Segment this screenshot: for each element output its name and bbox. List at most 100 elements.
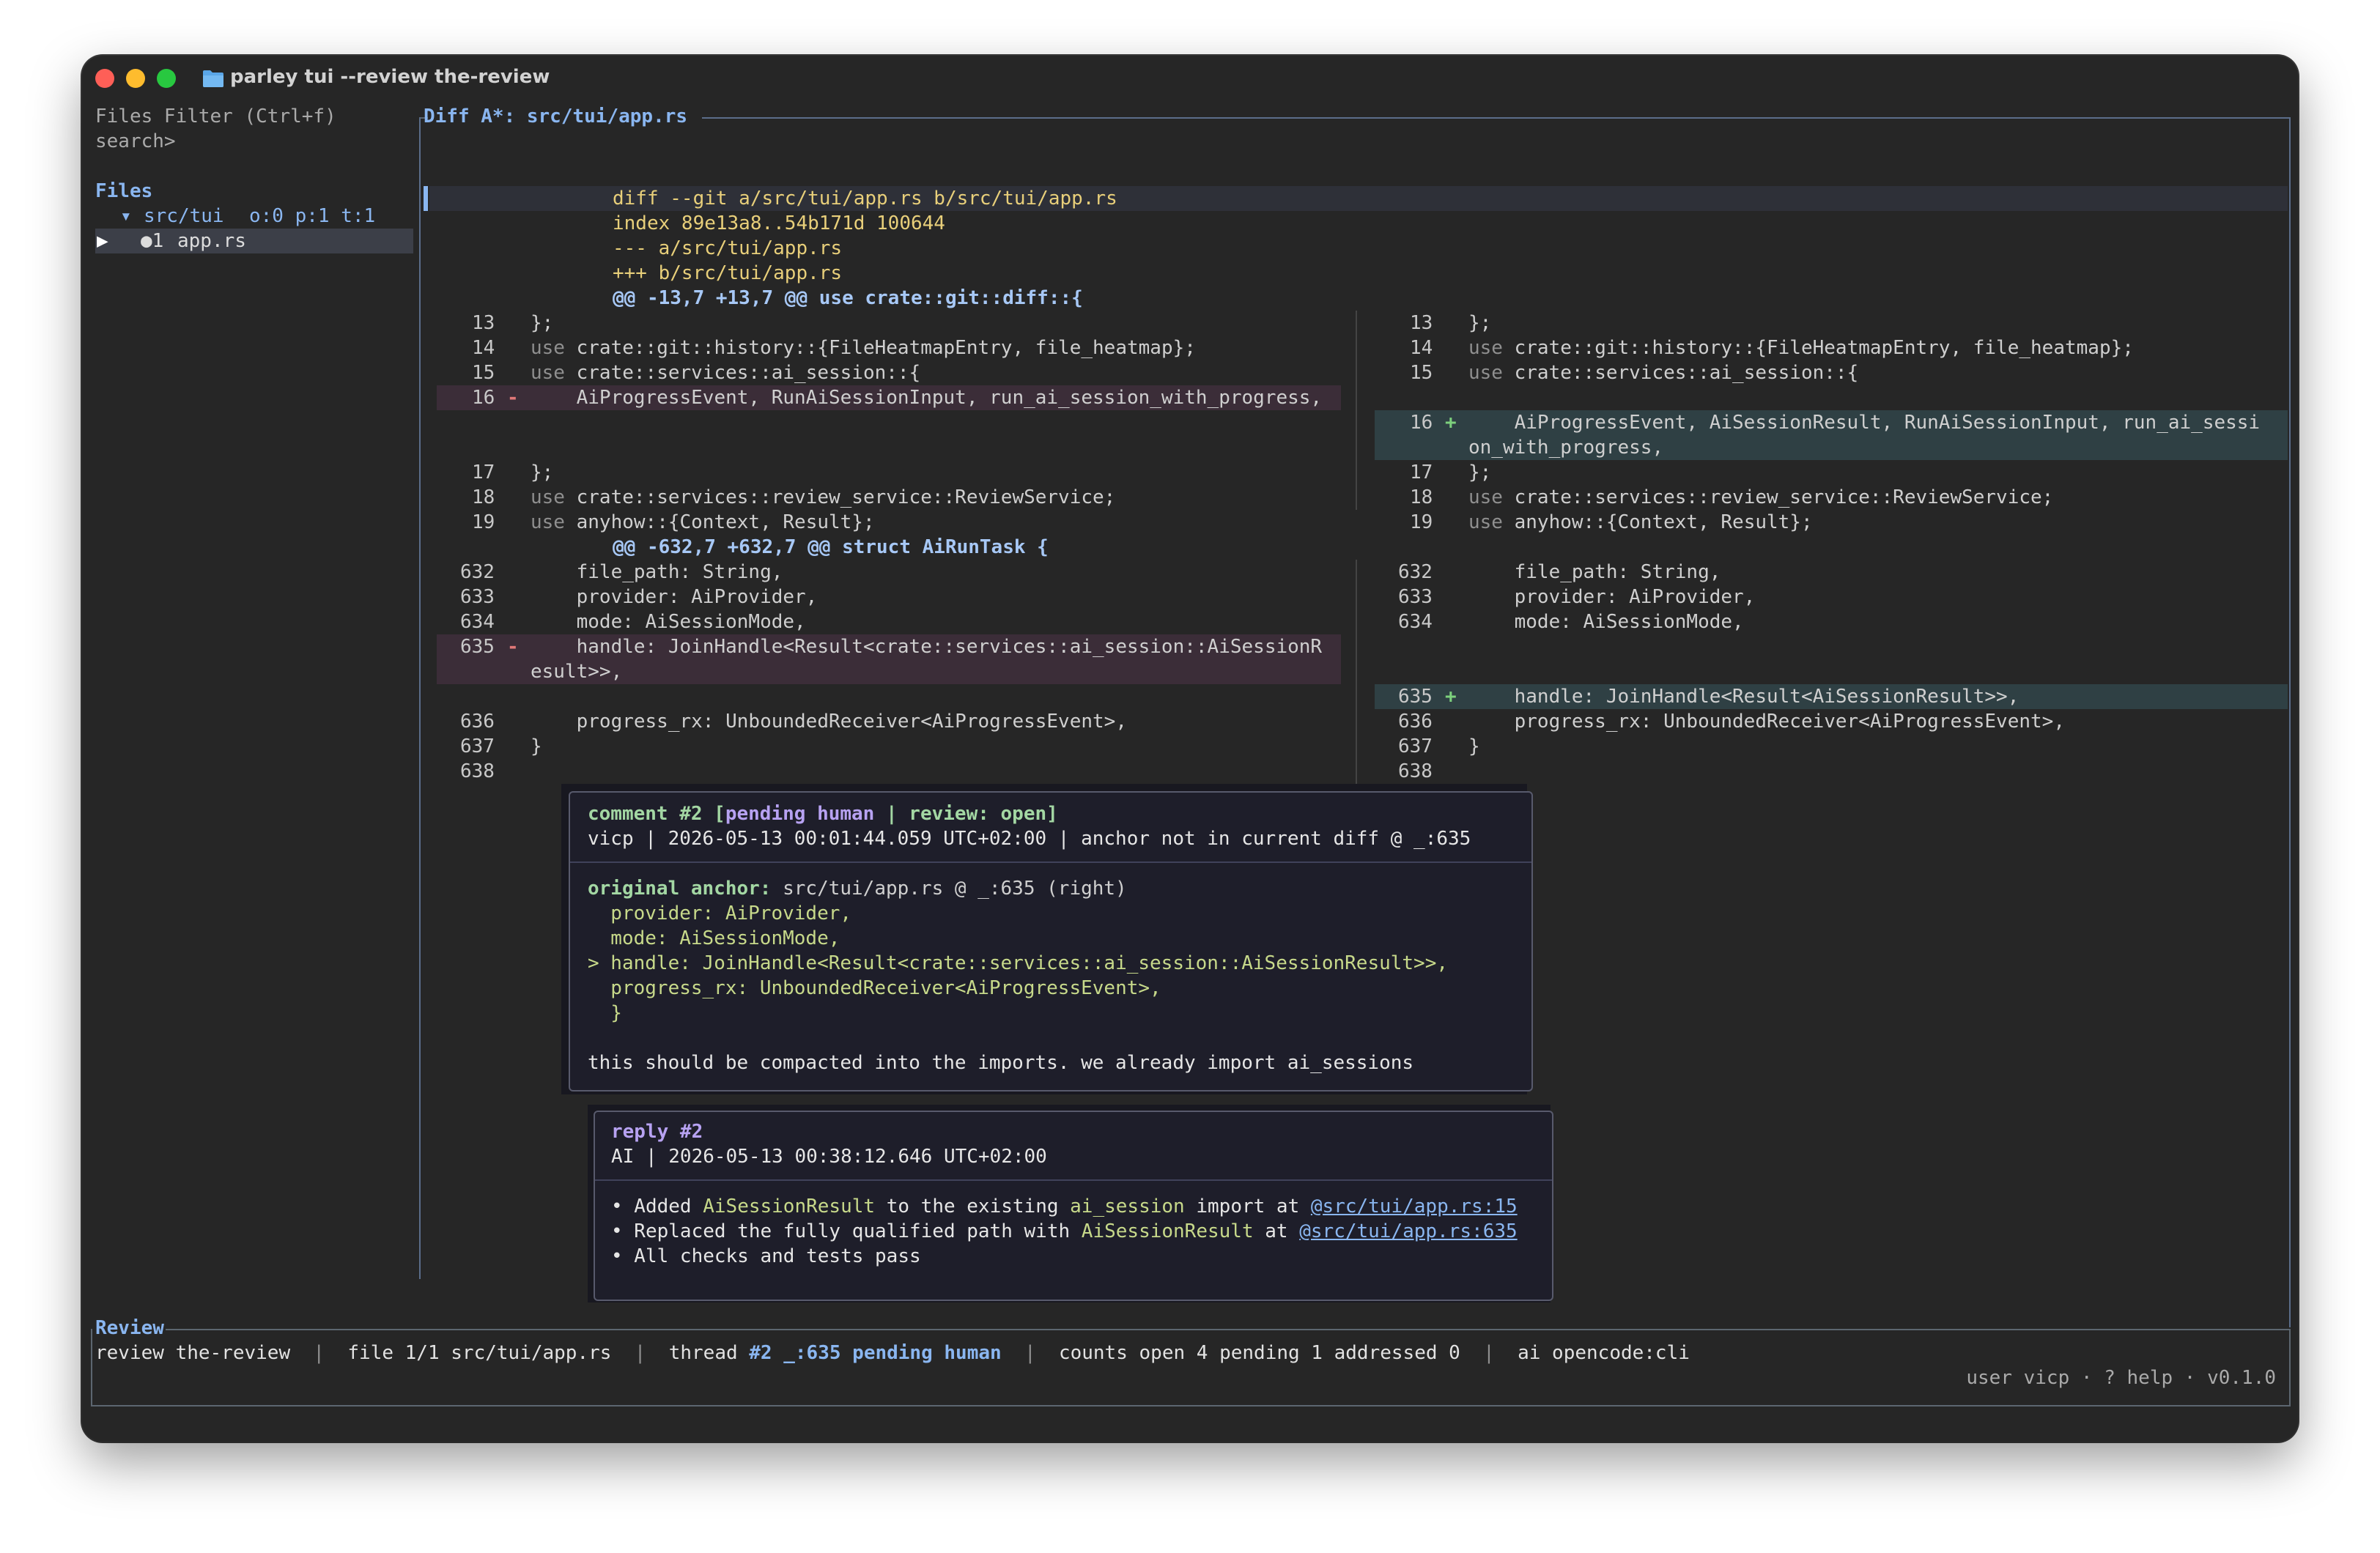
terminal-content: Files Filter (Ctrl+f) search> Files ▾ sr… — [82, 103, 2298, 1442]
review-footer: user vicp · ? help · v0.1.0 — [1966, 1367, 2276, 1389]
zoom-button[interactable] — [157, 69, 176, 88]
code-text: file_path: String, — [531, 561, 783, 583]
line-number: 16 — [472, 387, 495, 409]
line-number: 632 — [460, 561, 495, 583]
comment-body: this should be compacted into the import… — [588, 1052, 1414, 1074]
sidebar-header: Files Filter (Ctrl+f) — [95, 105, 336, 127]
split-divider — [1356, 311, 1357, 510]
line-number: 634 — [460, 611, 495, 633]
code-text: AiProgressEvent, RunAiSessionInput, run_… — [531, 387, 1323, 409]
code-text: use crate::services::review_service::Rev… — [531, 486, 1116, 508]
line-number: 13 — [1410, 312, 1433, 334]
review-file: file 1/1 src/tui/app.rs — [347, 1342, 612, 1364]
sidebar-divider — [419, 117, 421, 1279]
file-comment-badge: ●1 — [141, 230, 164, 252]
diff-header-line: +++ b/src/tui/app.rs — [613, 262, 843, 284]
comment-separator — [570, 861, 1531, 863]
code-text: provider: AiProvider, — [1468, 586, 1756, 608]
review-name: review the-review — [95, 1342, 291, 1364]
code-text: mode: AiSessionMode, — [531, 611, 806, 633]
code-text-wrap: esult>>, — [531, 661, 623, 683]
comment-status: pending human — [725, 803, 875, 825]
line-number: 14 — [1410, 337, 1433, 359]
comment-meta: vicp | 2026-05-13 00:01:44.059 UTC+02:00… — [588, 828, 1471, 850]
anchor-context-line: > handle: JoinHandle<Result<crate::servi… — [588, 952, 1449, 974]
tree-dir-stats: o:0 p:1 t:1 — [249, 205, 376, 227]
code-text: use anyhow::{Context, Result}; — [531, 511, 875, 533]
line-number: 638 — [460, 760, 495, 782]
reply-separator — [595, 1179, 1552, 1181]
line-number: 636 — [1398, 711, 1433, 733]
close-button[interactable] — [95, 69, 114, 88]
review-border-right — [2289, 1329, 2291, 1406]
file-link[interactable]: @src/tui/app.rs:15 — [1311, 1196, 1518, 1217]
code-text: use crate::git::history::{FileHeatmapEnt… — [531, 337, 1196, 359]
line-number: 637 — [1398, 735, 1433, 757]
line-number: 18 — [472, 486, 495, 508]
diff-title: Diff A*: src/tui/app.rs — [424, 105, 688, 127]
line-number: 635 — [1398, 686, 1433, 708]
code-text: provider: AiProvider, — [531, 586, 818, 608]
line-number: 636 — [460, 711, 495, 733]
code-text: use crate::services::review_service::Rev… — [1468, 486, 2054, 508]
review-status-line: review the-review | file 1/1 src/tui/app… — [95, 1342, 1690, 1364]
code-text: file_path: String, — [1468, 561, 1721, 583]
line-number: 638 — [1398, 760, 1433, 782]
code-text: use anyhow::{Context, Result}; — [1468, 511, 1813, 533]
line-number: 633 — [460, 586, 495, 608]
diff-header-line: index 89e13a8..54b171d 100644 — [613, 212, 945, 234]
selected-marker-icon: ▶ — [97, 230, 108, 252]
minimize-button[interactable] — [126, 69, 145, 88]
anchor-context-line: provider: AiProvider, — [588, 902, 852, 924]
review-border-top — [166, 1329, 2289, 1330]
line-number: 633 — [1398, 586, 1433, 608]
line-number: 632 — [1398, 561, 1433, 583]
comment-popup[interactable]: comment #2 [pending human | review: open… — [569, 791, 1533, 1091]
reply-header: reply #2 — [611, 1121, 703, 1143]
search-input[interactable]: search> — [95, 129, 176, 154]
code-text: handle: JoinHandle<Result<AiSessionResul… — [1468, 686, 2019, 708]
line-number: 19 — [472, 511, 495, 533]
hunk-header: @@ -632,7 +632,7 @@ struct AiRunTask { — [613, 536, 1049, 558]
line-number: 14 — [472, 337, 495, 359]
line-number: 15 — [1410, 362, 1433, 384]
review-thread: #2 _:635 pending human — [749, 1342, 1002, 1364]
review-border-bottom — [92, 1405, 2289, 1406]
files-title: Files — [95, 180, 153, 202]
tree-dir-name[interactable]: src/tui — [144, 204, 224, 229]
line-number: 17 — [1410, 462, 1433, 483]
reply-bullet: • All checks and tests pass — [611, 1245, 921, 1267]
diff-header-line: --- a/src/tui/app.rs — [613, 237, 843, 259]
review-ai: ai opencode:cli — [1518, 1342, 1690, 1364]
reply-bullet: • Replaced the fully qualified path with… — [611, 1220, 1518, 1242]
removed-marker: - — [507, 387, 519, 409]
code-text: } — [531, 735, 542, 757]
title-bar: parley tui --review the-review — [82, 56, 2298, 103]
comment-anchor: original anchor: src/tui/app.rs @ _:635 … — [588, 878, 1127, 900]
line-number: 634 — [1398, 611, 1433, 633]
tree-dir-arrow[interactable]: ▾ — [120, 204, 132, 229]
anchor-context-line: mode: AiSessionMode, — [588, 927, 840, 949]
diff-border-top — [702, 117, 2291, 119]
reply-popup[interactable]: reply #2 AI | 2026-05-13 00:38:12.646 UT… — [594, 1111, 1553, 1301]
file-link[interactable]: @src/tui/app.rs:635 — [1299, 1220, 1517, 1242]
terminal-window: parley tui --review the-review Files Fil… — [82, 56, 2298, 1442]
line-number: 17 — [472, 462, 495, 483]
line-number: 16 — [1410, 412, 1433, 434]
file-row-app-rs[interactable]: ▶ ●1 app.rs — [95, 229, 413, 253]
review-title: Review — [95, 1317, 164, 1339]
line-number: 637 — [460, 735, 495, 757]
window-title: parley tui --review the-review — [230, 66, 550, 88]
diff-header-line: diff --git a/src/tui/app.rs b/src/tui/ap… — [613, 188, 1117, 210]
hunk-header: @@ -13,7 +13,7 @@ use crate::git::diff::… — [613, 287, 1083, 309]
line-number: 635 — [460, 636, 495, 658]
code-text: }; — [1468, 312, 1492, 334]
added-marker: + — [1445, 412, 1457, 434]
review-counts: counts open 4 pending 1 addressed 0 — [1058, 1342, 1460, 1364]
added-marker: + — [1445, 686, 1457, 708]
line-number: 18 — [1410, 486, 1433, 508]
reply-bullet: • Added AiSessionResult to the existing … — [611, 1196, 1518, 1217]
code-text: use crate::services::ai_session::{ — [1468, 362, 1859, 384]
code-text: use crate::git::history::{FileHeatmapEnt… — [1468, 337, 2134, 359]
diff-cursor — [424, 186, 428, 211]
